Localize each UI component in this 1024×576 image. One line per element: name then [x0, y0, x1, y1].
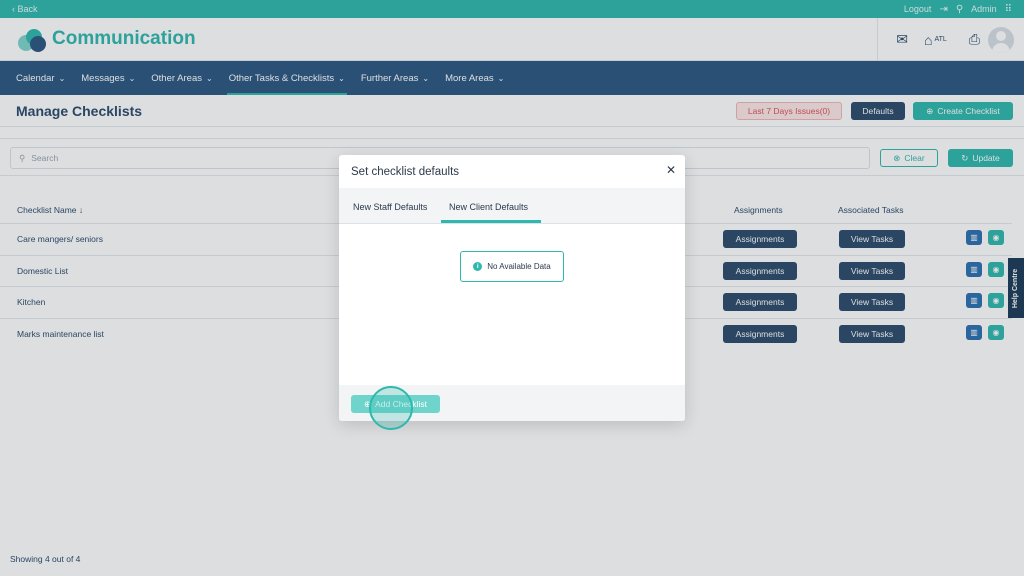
modal-title: Set checklist defaults — [351, 166, 460, 178]
active-tab-indicator — [441, 220, 541, 223]
close-icon[interactable]: ✕ — [666, 163, 676, 177]
no-data-notice: i No Available Data — [460, 251, 564, 282]
click-indicator — [369, 386, 413, 430]
info-icon: i — [473, 262, 483, 271]
modal-tabs: New Staff Defaults New Client Defaults — [339, 188, 685, 224]
tab-new-staff-defaults[interactable]: New Staff Defaults — [353, 202, 427, 212]
tab-new-client-defaults[interactable]: New Client Defaults — [449, 202, 528, 212]
checklist-defaults-modal: Set checklist defaults ✕ New Staff Defau… — [339, 155, 685, 421]
